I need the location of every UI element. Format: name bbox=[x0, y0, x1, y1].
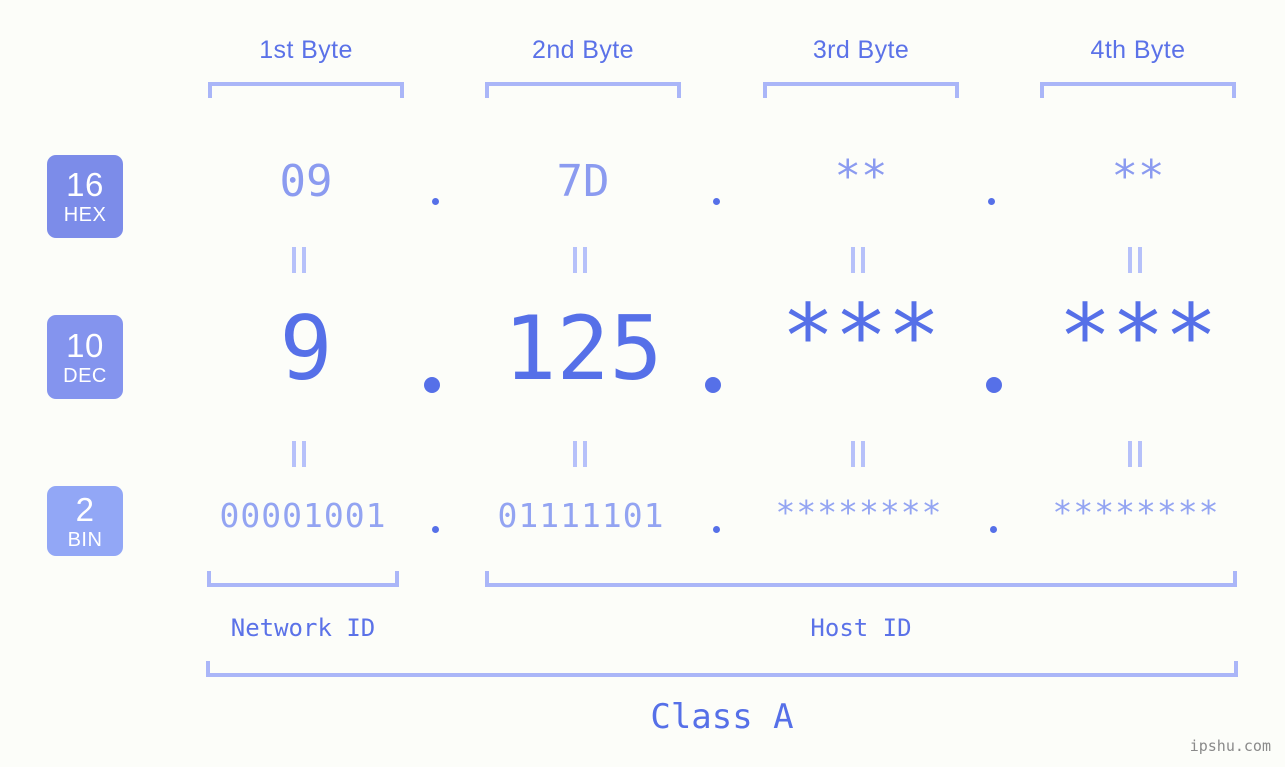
dec-byte-2: 125 bbox=[503, 297, 663, 400]
equals-connector-dec-bin-2 bbox=[573, 441, 587, 467]
byte-bracket-2 bbox=[485, 82, 681, 98]
dec-separator-dot-2 bbox=[705, 377, 721, 393]
dec-byte-4: *** bbox=[1058, 285, 1218, 388]
bin-byte-2: 01111101 bbox=[497, 496, 665, 535]
base-badge-dec: 10 DEC bbox=[47, 315, 123, 399]
byte-bracket-3 bbox=[763, 82, 959, 98]
byte-header-2: 2nd Byte bbox=[532, 36, 634, 64]
base-badge-hex-abbr: HEX bbox=[63, 204, 107, 226]
class-bracket bbox=[206, 661, 1238, 677]
equals-connector-dec-bin-3 bbox=[851, 441, 865, 467]
base-badge-bin-abbr: BIN bbox=[67, 528, 103, 551]
hex-separator-dot-1 bbox=[432, 198, 439, 205]
hex-separator-dot-2 bbox=[713, 198, 720, 205]
base-badge-dec-number: 10 bbox=[66, 326, 104, 364]
equals-connector-dec-bin-1 bbox=[292, 441, 306, 467]
class-label: Class A bbox=[650, 697, 794, 737]
hex-byte-4: ** bbox=[1111, 151, 1165, 202]
bin-byte-3: ******** bbox=[775, 493, 943, 532]
dec-byte-3: *** bbox=[781, 285, 941, 388]
dec-byte-1: 9 bbox=[279, 297, 333, 400]
byte-header-1: 1st Byte bbox=[259, 36, 353, 64]
bin-separator-dot-3 bbox=[990, 526, 997, 533]
network-id-label: Network ID bbox=[230, 614, 376, 642]
byte-bracket-1 bbox=[208, 82, 404, 98]
equals-connector-hex-dec-2 bbox=[573, 247, 587, 273]
bin-byte-4: ******** bbox=[1052, 493, 1220, 532]
bin-separator-dot-1 bbox=[432, 526, 439, 533]
hex-byte-2: 7D bbox=[556, 156, 610, 207]
base-badge-bin-number: 2 bbox=[75, 490, 95, 528]
network-id-bracket bbox=[207, 571, 399, 587]
hex-byte-3: ** bbox=[834, 151, 888, 202]
host-id-label: Host ID bbox=[810, 614, 912, 642]
dec-separator-dot-3 bbox=[986, 377, 1002, 393]
byte-bracket-4 bbox=[1040, 82, 1236, 98]
bin-separator-dot-2 bbox=[713, 526, 720, 533]
base-badge-hex: 16 HEX bbox=[47, 155, 123, 238]
host-id-bracket bbox=[485, 571, 1237, 587]
site-watermark: ipshu.com bbox=[1189, 737, 1271, 755]
base-badge-hex-number: 16 bbox=[66, 166, 104, 203]
ip-address-breakdown-diagram: 1st Byte 2nd Byte 3rd Byte 4th Byte 16 H… bbox=[0, 0, 1285, 767]
base-badge-bin: 2 BIN bbox=[47, 486, 123, 556]
bin-byte-1: 00001001 bbox=[219, 496, 387, 535]
equals-connector-dec-bin-4 bbox=[1128, 441, 1142, 467]
dec-separator-dot-1 bbox=[424, 377, 440, 393]
byte-header-3: 3rd Byte bbox=[812, 36, 910, 64]
equals-connector-hex-dec-1 bbox=[292, 247, 306, 273]
hex-byte-1: 09 bbox=[279, 156, 333, 207]
equals-connector-hex-dec-3 bbox=[851, 247, 865, 273]
hex-separator-dot-3 bbox=[988, 198, 995, 205]
byte-header-4: 4th Byte bbox=[1090, 36, 1186, 64]
equals-connector-hex-dec-4 bbox=[1128, 247, 1142, 273]
base-badge-dec-abbr: DEC bbox=[63, 364, 107, 387]
